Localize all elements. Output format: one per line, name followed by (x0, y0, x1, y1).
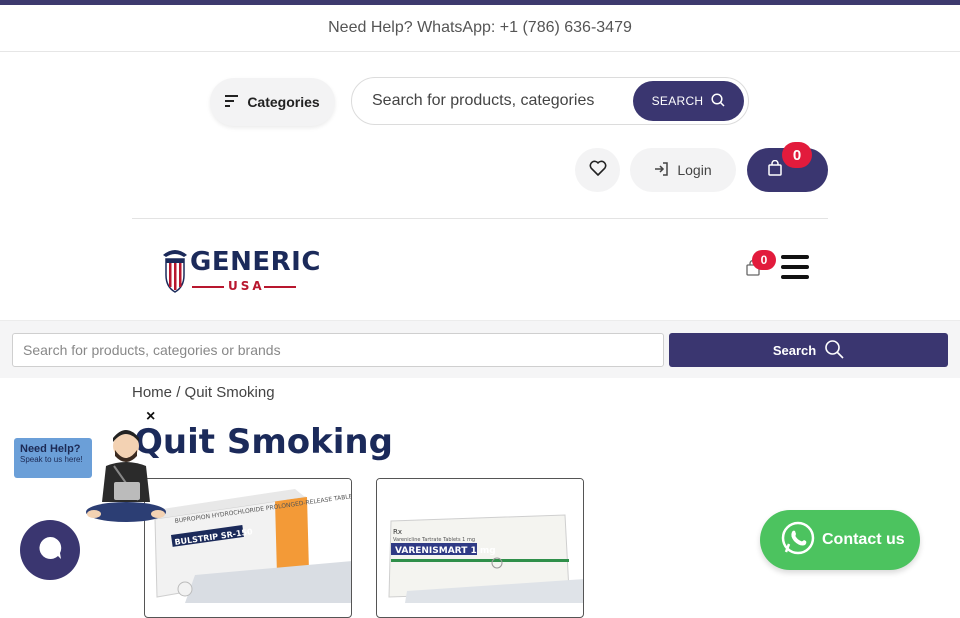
logo-rule-right (264, 286, 296, 288)
header-actions-row: Login 0 (0, 142, 960, 194)
chat-launcher-button[interactable] (20, 520, 80, 580)
need-help-bubble[interactable]: Need Help? Speak to us here! (14, 438, 92, 478)
support-agent-illustration (86, 430, 166, 522)
whatsapp-icon (780, 520, 816, 561)
header-search-input[interactable] (372, 92, 632, 110)
header-search-row: Categories SEARCH (0, 76, 960, 128)
help-bar: Need Help? WhatsApp: +1 (786) 636-3479 (0, 5, 960, 52)
product-label-name: VARENISMART 1 mg (395, 546, 496, 556)
logo-row: GENERIC USA 0 (0, 235, 960, 305)
secondary-search-bar: Search (0, 320, 960, 378)
whatsapp-contact-button[interactable]: Contact us (760, 510, 920, 570)
secondary-search-button[interactable]: Search (669, 333, 948, 367)
product-image-bulstrip: BUPROPION HYDROCHLORIDE PROLONGED-RELEAS… (145, 479, 351, 603)
chat-bubble-icon (36, 534, 64, 567)
logo-wordmark: GENERIC (190, 247, 321, 277)
heart-icon (589, 160, 607, 181)
breadcrumb: Home / Quit Smoking (132, 384, 275, 401)
login-arrow-icon (654, 161, 669, 179)
product-rx: Rx (393, 528, 402, 536)
cart-count-badge: 0 (782, 142, 812, 168)
breadcrumb-home[interactable]: Home (132, 384, 172, 401)
categories-button[interactable]: Categories (210, 78, 335, 126)
header-search-button[interactable]: SEARCH (633, 81, 744, 121)
need-help-subtitle: Speak to us here! (20, 455, 83, 464)
shopping-bag-icon (767, 159, 783, 181)
mobile-cart-badge: 0 (752, 250, 776, 270)
hamburger-line (781, 275, 809, 279)
logo-rule-left (192, 286, 224, 288)
search-icon (824, 339, 844, 362)
logo-subtext: USA (228, 279, 265, 293)
filter-lines-icon (225, 94, 239, 110)
breadcrumb-current: Quit Smoking (184, 384, 275, 401)
product-card[interactable]: BUPROPION HYDROCHLORIDE PROLONGED-RELEAS… (144, 478, 352, 618)
help-bar-text[interactable]: Need Help? WhatsApp: +1 (786) 636-3479 (328, 19, 632, 37)
hamburger-line (781, 265, 809, 269)
hamburger-menu-icon[interactable] (781, 255, 809, 279)
search-icon (711, 92, 725, 110)
login-label: Login (677, 162, 712, 178)
product-card[interactable]: Rx Varenicline Tartrate Tablets 1 mg VAR… (376, 478, 584, 618)
eagle-shield-icon (163, 250, 187, 293)
secondary-search-input[interactable] (12, 333, 664, 367)
breadcrumb-separator: / (176, 384, 181, 401)
contact-label: Contact us (822, 531, 905, 548)
need-help-widget[interactable]: Need Help? Speak to us here! × (14, 408, 174, 528)
login-button[interactable]: Login (630, 148, 736, 192)
header-divider (132, 218, 828, 219)
hamburger-line (781, 255, 809, 259)
site-logo[interactable]: GENERIC USA (162, 245, 320, 293)
need-help-title: Need Help? (20, 443, 81, 455)
wishlist-button[interactable] (575, 148, 620, 192)
header-search: SEARCH (351, 77, 749, 125)
categories-label: Categories (247, 94, 320, 110)
product-label-sub: Varenicline Tartrate Tablets 1 mg (393, 537, 475, 543)
search-button-label: SEARCH (651, 94, 704, 108)
secondary-search-label: Search (772, 342, 817, 358)
product-image-varenismart: Rx Varenicline Tartrate Tablets 1 mg VAR… (377, 479, 583, 603)
